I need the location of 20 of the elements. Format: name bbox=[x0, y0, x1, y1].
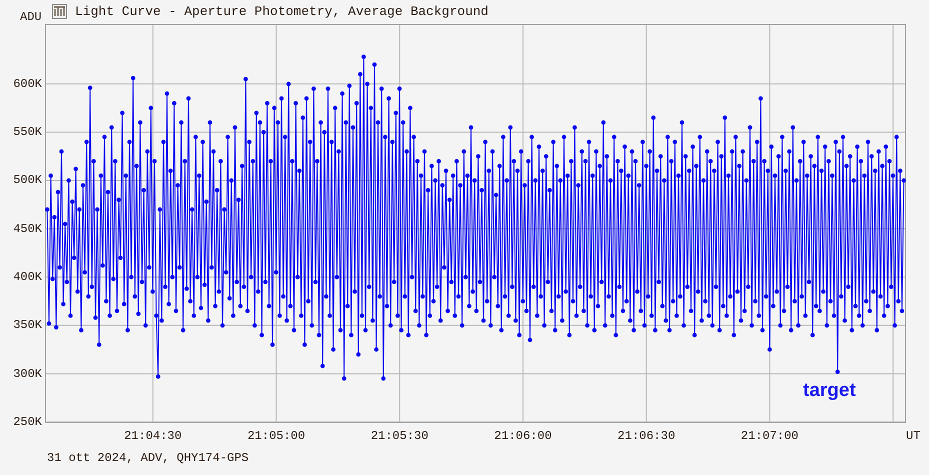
x-tick-label: 21:06:30 bbox=[618, 429, 676, 443]
x-axis-unit: UT bbox=[906, 429, 920, 443]
y-tick-label: 450K bbox=[12, 222, 42, 236]
axis-unit-label: ADU bbox=[20, 10, 42, 24]
x-tick-label: 21:07:00 bbox=[740, 429, 798, 443]
x-tick-label: 21:04:30 bbox=[124, 429, 182, 443]
chart-title: Light Curve - Aperture Photometry, Average Background bbox=[75, 4, 488, 20]
y-tick-label: 500K bbox=[12, 173, 42, 188]
chart-icon bbox=[52, 4, 67, 19]
footer-caption: 31 ott 2024, ADV, QHY174-GPS bbox=[47, 451, 249, 465]
y-tick-label: 250K bbox=[12, 415, 42, 429]
legend-label: target bbox=[803, 380, 856, 402]
x-tick-label: 21:05:00 bbox=[247, 429, 306, 443]
y-tick-label: 400K bbox=[12, 270, 42, 284]
x-tick-label: 21:05:30 bbox=[370, 429, 428, 443]
y-tick-label: 600K bbox=[12, 76, 42, 91]
y-tick-label: 550K bbox=[12, 125, 42, 140]
x-tick-label: 21:06:00 bbox=[494, 429, 552, 443]
y-tick-label: 300K bbox=[12, 366, 42, 381]
y-tick-label: 350K bbox=[12, 318, 42, 332]
